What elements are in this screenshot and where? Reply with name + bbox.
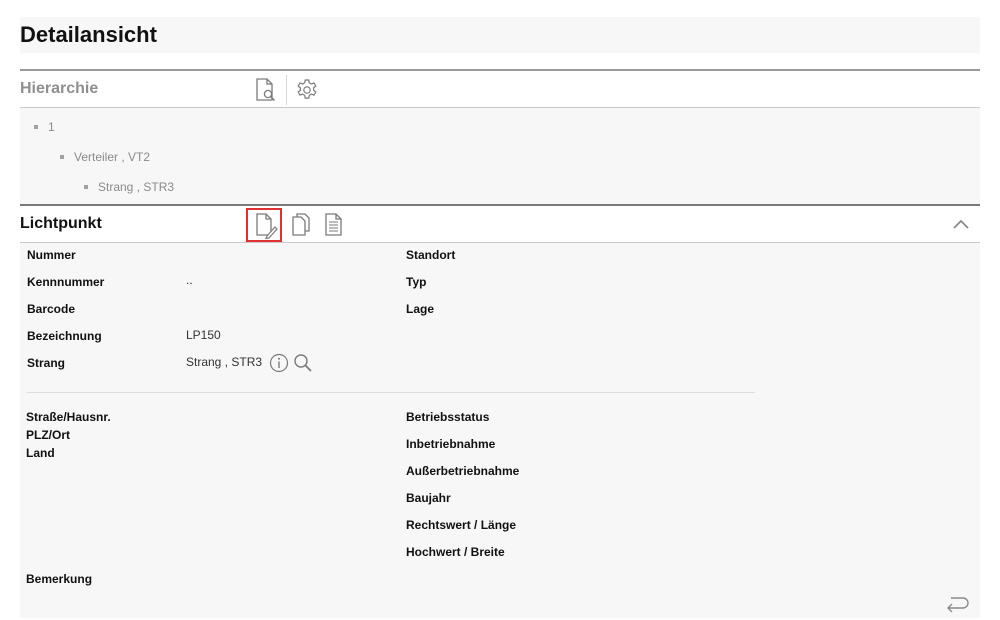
field-label-land: Land [26, 446, 55, 460]
field-value-kennnummer: .. [186, 273, 193, 287]
gear-icon[interactable] [294, 77, 320, 103]
info-icon[interactable] [269, 353, 289, 373]
field-label-strang: Strang [27, 356, 66, 370]
edit-button[interactable] [246, 208, 282, 242]
page-title: Detailansicht [20, 22, 157, 47]
icon-separator [286, 75, 287, 105]
title-bar: Detailansicht [20, 17, 980, 53]
hierarchy-header: Hierarchie [20, 69, 980, 108]
field-label-kennnummer: Kennnummer [27, 275, 105, 289]
field-label-standort: Standort [406, 248, 456, 262]
field-label-barcode: Barcode [27, 302, 76, 316]
search-icon[interactable] [293, 353, 313, 373]
tree-item[interactable]: 1 [34, 120, 55, 134]
tree-item[interactable]: Verteiler , VT2 [60, 150, 150, 164]
page: Detailansicht Hierarchie 1 Verteiler , V… [0, 0, 1000, 620]
tree-bullet [84, 184, 88, 189]
field-label-typ: Typ [406, 275, 427, 289]
document-edit-icon [256, 213, 278, 240]
field-label-plz-ort: PLZ/Ort [26, 428, 70, 442]
field-label-betriebsstatus: Betriebsstatus [406, 410, 490, 424]
field-value-bezeichnung: LP150 [186, 328, 221, 342]
field-label-bemerkung: Bemerkung [26, 572, 93, 586]
copy-icon[interactable] [288, 212, 314, 238]
field-label-lage: Lage [406, 302, 435, 316]
lichtpunkt-title: Lichtpunkt [20, 215, 102, 232]
section-divider [27, 392, 755, 393]
field-value-strang: Strang , STR3 [186, 355, 263, 369]
chevron-up-icon[interactable] [952, 216, 970, 232]
lichtpunkt-details: Nummer Kennnummer .. Barcode Bezeichnung… [20, 243, 980, 618]
document-search-icon[interactable] [253, 77, 279, 103]
field-label-ausserbetriebnahme: Außerbetriebnahme [406, 464, 520, 478]
field-label-bezeichnung: Bezeichnung [27, 329, 102, 343]
hierarchy-tree: 1 Verteiler , VT2 Strang , STR3 [20, 108, 980, 204]
field-label-rechtswert: Rechtswert / Länge [406, 518, 517, 532]
field-label-hochwert: Hochwert / Breite [406, 545, 505, 559]
field-label-baujahr: Baujahr [406, 491, 451, 505]
tree-bullet [34, 124, 38, 129]
document-text-icon[interactable] [321, 212, 347, 238]
field-label-inbetriebnahme: Inbetriebnahme [406, 437, 496, 451]
tree-item[interactable]: Strang , STR3 [84, 180, 174, 194]
return-arrow-icon[interactable] [944, 594, 970, 614]
field-label-nummer: Nummer [27, 248, 76, 262]
lichtpunkt-header: Lichtpunkt [20, 204, 980, 243]
tree-bullet [60, 154, 64, 159]
field-label-strasse: Straße/Hausnr. [26, 410, 111, 424]
hierarchy-title: Hierarchie [20, 80, 99, 97]
